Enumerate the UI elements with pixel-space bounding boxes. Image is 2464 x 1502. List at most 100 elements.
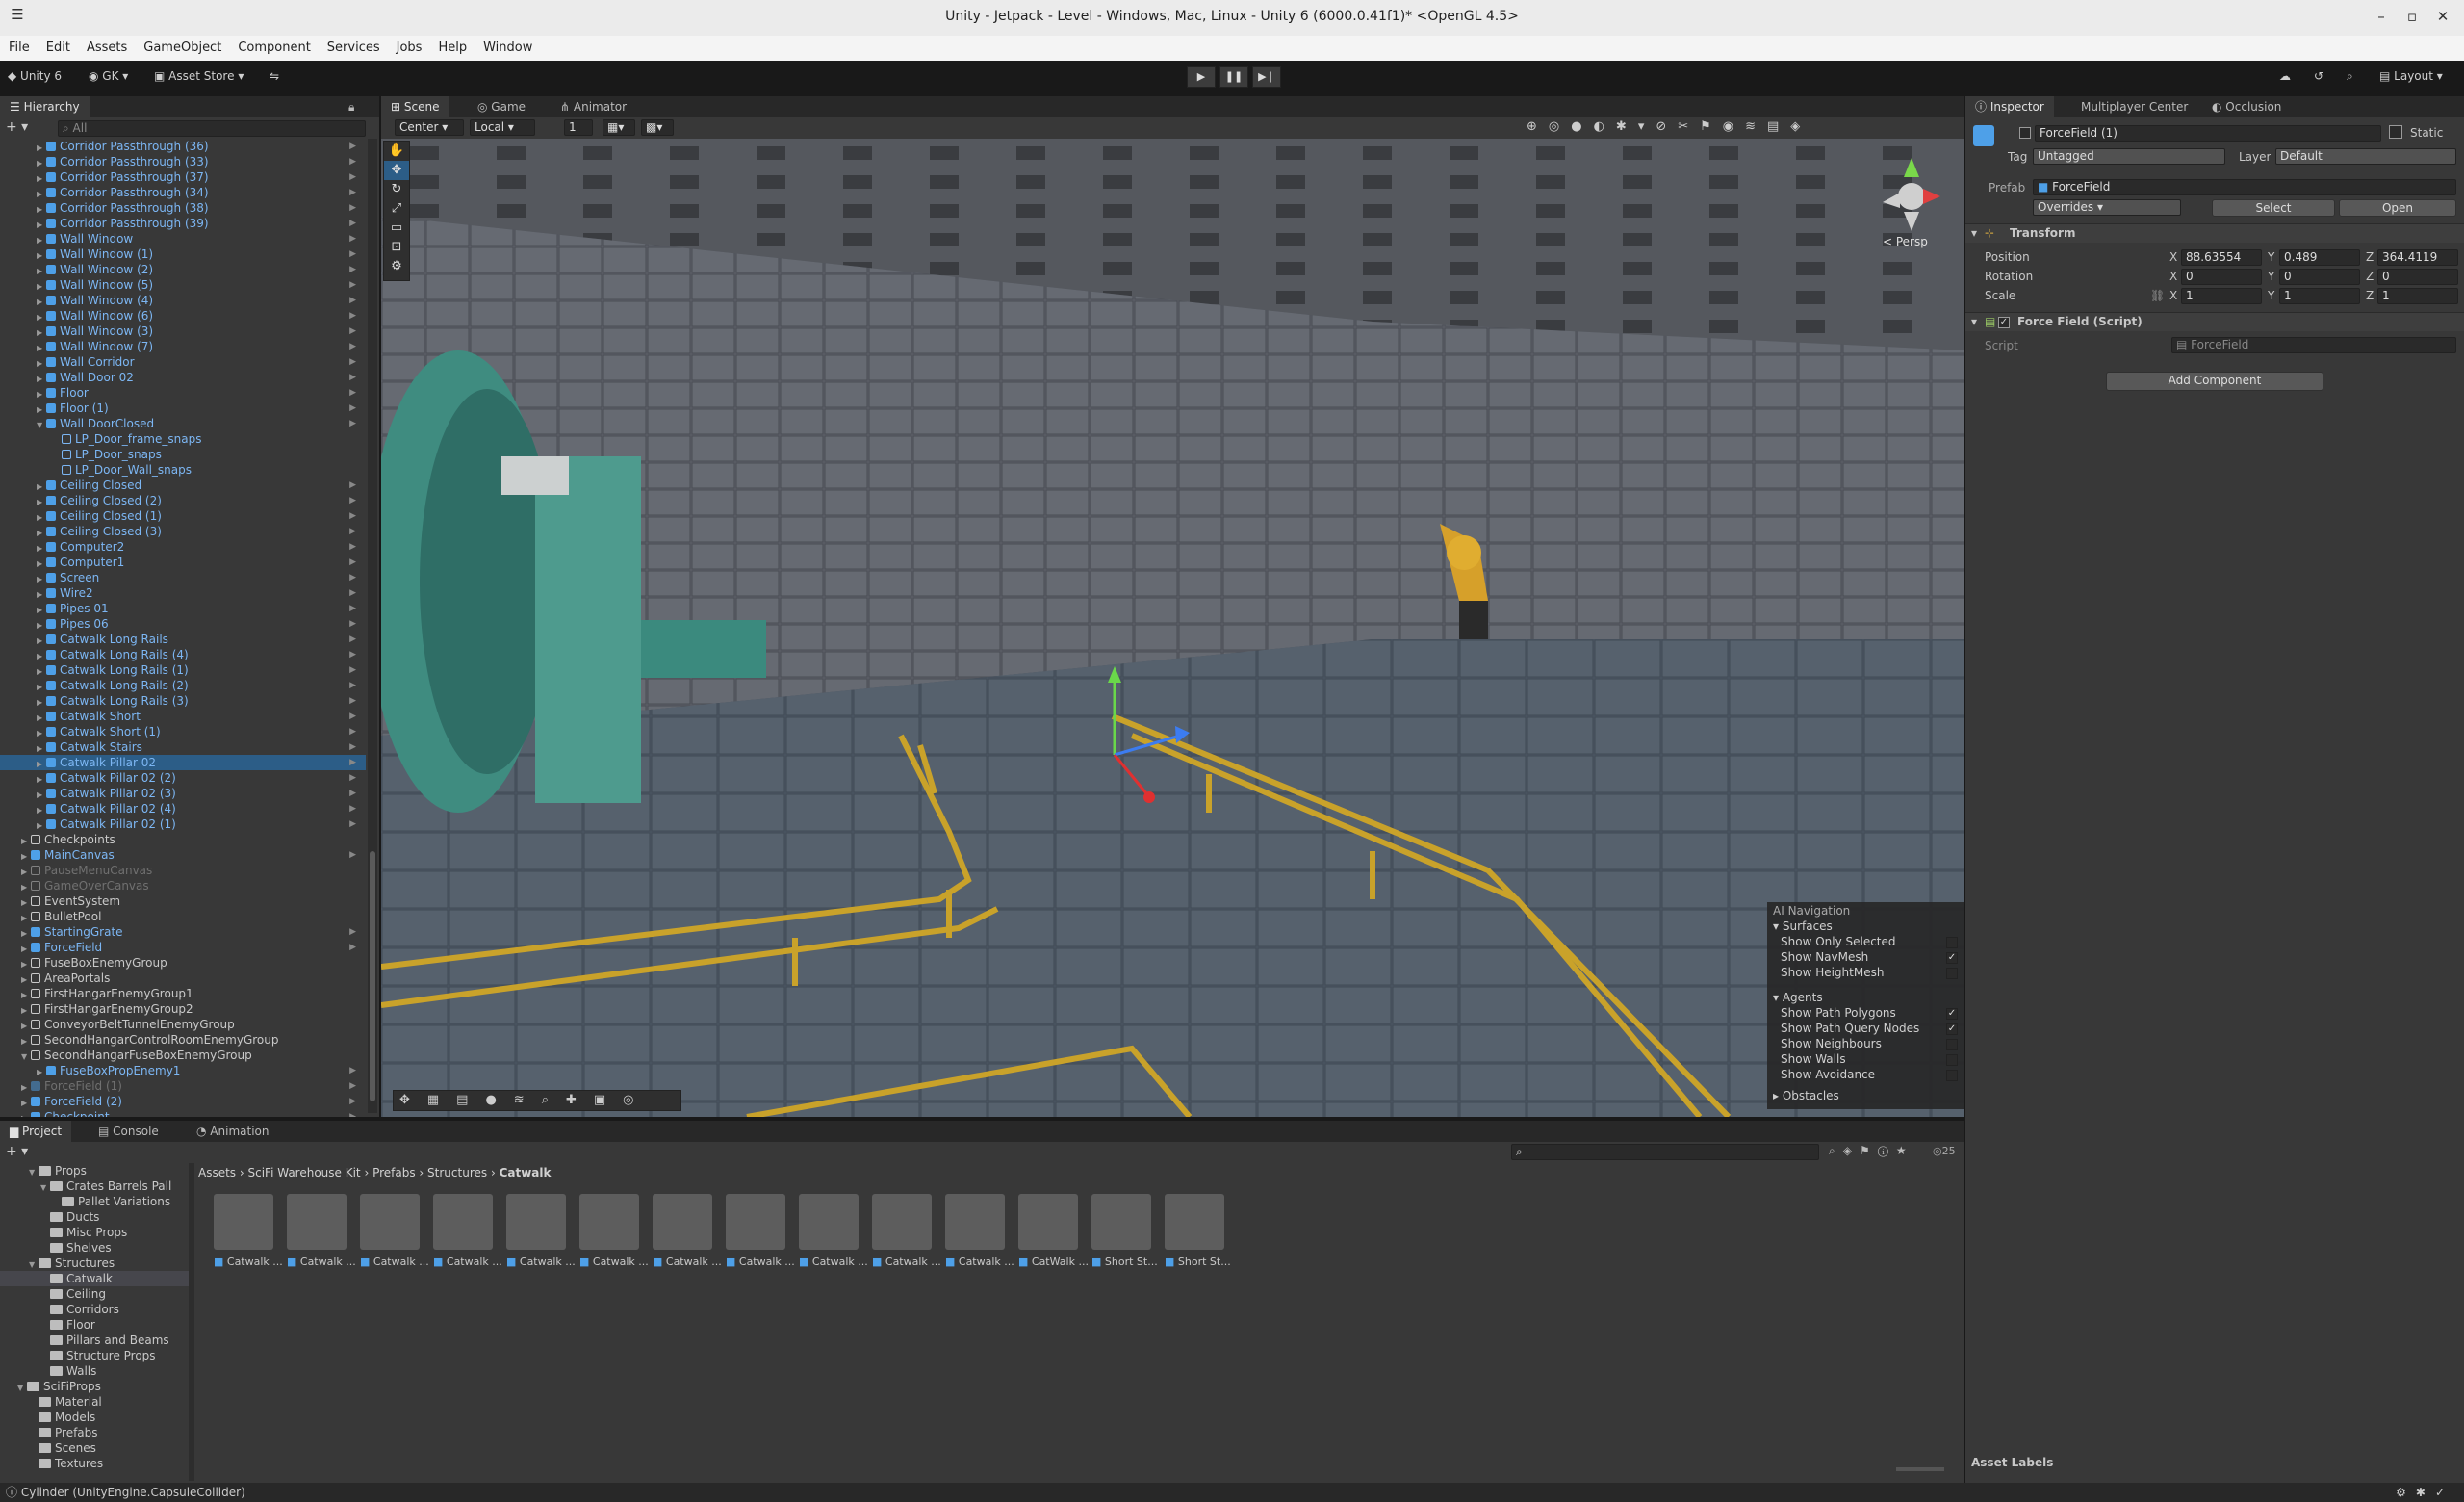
open-prefab-arrow-icon[interactable]: ▶ bbox=[349, 1109, 356, 1117]
open-prefab-arrow-icon[interactable]: ▶ bbox=[349, 786, 356, 801]
open-prefab-arrow-icon[interactable]: ▶ bbox=[349, 693, 356, 709]
hierarchy-item[interactable]: ▶ Wall Window (2) ▶ bbox=[0, 262, 366, 277]
ai-nav-option[interactable]: Show HeightMesh bbox=[1781, 966, 1964, 979]
hierarchy-item[interactable]: ▶ Floor ▶ bbox=[0, 385, 366, 401]
project-folder[interactable]: Walls bbox=[0, 1363, 189, 1379]
open-prefab-arrow-icon[interactable]: ▶ bbox=[349, 601, 356, 616]
asset-item[interactable]: ■ Catwalk ... bbox=[945, 1194, 1014, 1271]
z-axis-label[interactable]: Z bbox=[2366, 270, 2374, 283]
project-folder[interactable]: Catwalk bbox=[0, 1271, 189, 1286]
menu-gameobject[interactable]: GameObject bbox=[135, 36, 229, 55]
open-prefab-arrow-icon[interactable]: ▶ bbox=[349, 616, 356, 632]
create-add-button[interactable]: + ▾ bbox=[6, 119, 44, 137]
y-axis-label[interactable]: Y bbox=[2268, 250, 2274, 264]
hierarchy-item[interactable]: ▶ Ceiling Closed ▶ bbox=[0, 478, 366, 493]
ai-nav-checkbox[interactable] bbox=[1946, 1039, 1958, 1050]
snap-value[interactable]: 1 bbox=[564, 119, 593, 136]
foldout-arrow-icon[interactable]: ▶ bbox=[21, 1111, 31, 1117]
tab-multiplayer-center[interactable]: Multiplayer Center bbox=[2071, 96, 2197, 117]
open-prefab-arrow-icon[interactable]: ▶ bbox=[349, 354, 356, 370]
open-prefab-arrow-icon[interactable]: ▶ bbox=[349, 308, 356, 324]
menu-component[interactable]: Component bbox=[229, 36, 318, 55]
hierarchy-item[interactable]: ▶ Corridor Passthrough (33) ▶ bbox=[0, 154, 366, 169]
static-label[interactable]: Static bbox=[2410, 126, 2443, 140]
x-axis-label[interactable]: X bbox=[2169, 250, 2177, 264]
project-folder[interactable]: Ducts bbox=[0, 1209, 189, 1225]
z-axis-label[interactable]: Z bbox=[2366, 250, 2374, 264]
project-folder[interactable]: Pallet Variations bbox=[0, 1194, 189, 1209]
pause-button[interactable]: ❚❚ bbox=[1219, 66, 1248, 88]
project-folder[interactable]: Models bbox=[0, 1410, 189, 1425]
hierarchy-item[interactable]: ▼ SecondHangarFuseBoxEnemyGroup bbox=[0, 1048, 366, 1063]
ai-nav-checkbox[interactable] bbox=[1946, 1070, 1958, 1081]
asset-item[interactable]: ■ Catwalk ... bbox=[506, 1194, 576, 1271]
open-prefab-arrow-icon[interactable]: ▶ bbox=[349, 632, 356, 647]
open-button[interactable]: Open bbox=[2339, 199, 2456, 217]
asset-item[interactable]: ■ CatWalk ... bbox=[1018, 1194, 1089, 1271]
asset-item[interactable]: ■ Catwalk ... bbox=[799, 1194, 868, 1271]
minimize-icon[interactable]: – bbox=[2372, 8, 2391, 25]
scale-z-field[interactable]: 1 bbox=[2377, 288, 2458, 304]
account-dropdown[interactable]: ◉ GK ▾ bbox=[89, 66, 128, 87]
breadcrumb-item[interactable]: Prefabs bbox=[372, 1166, 416, 1179]
hierarchy-item[interactable]: ▶ FirstHangarEnemyGroup1 bbox=[0, 986, 366, 1001]
position-y-field[interactable]: 0.489 bbox=[2279, 249, 2360, 266]
hierarchy-item[interactable]: ▶ MainCanvas ▶ bbox=[0, 847, 366, 863]
hierarchy-item[interactable]: ▶ PauseMenuCanvas bbox=[0, 863, 366, 878]
tab-animation[interactable]: ◔ Animation bbox=[187, 1121, 278, 1142]
tab-project[interactable]: ▆ Project bbox=[0, 1121, 72, 1142]
project-folder[interactable]: Scenes bbox=[0, 1440, 189, 1456]
hierarchy-item[interactable]: ▶ GameOverCanvas bbox=[0, 878, 366, 893]
hierarchy-item[interactable]: ▶ Wall Window (6) ▶ bbox=[0, 308, 366, 324]
tab-game[interactable]: ◎ Game bbox=[468, 96, 535, 117]
open-prefab-arrow-icon[interactable]: ▶ bbox=[349, 678, 356, 693]
hierarchy-item[interactable]: ▶ Catwalk Long Rails (2) ▶ bbox=[0, 678, 366, 693]
asset-store-dropdown[interactable]: ▣ Asset Store ▾ bbox=[154, 66, 244, 87]
breadcrumb-item[interactable]: Assets bbox=[198, 1166, 236, 1179]
open-prefab-arrow-icon[interactable]: ▶ bbox=[349, 169, 356, 185]
scale-x-field[interactable]: 1 bbox=[2181, 288, 2262, 304]
hierarchy-item[interactable]: ▶ Catwalk Pillar 02 (4) ▶ bbox=[0, 801, 366, 816]
ai-nav-option[interactable]: Show Only Selected bbox=[1781, 935, 1964, 948]
scale-tool-icon[interactable]: ⤢ bbox=[384, 199, 409, 219]
menu-jobs[interactable]: Jobs bbox=[388, 36, 430, 55]
hierarchy-item[interactable]: ▶ Catwalk Long Rails (1) ▶ bbox=[0, 662, 366, 678]
hierarchy-item[interactable]: ▶ ConveyorBeltTunnelEnemyGroup bbox=[0, 1017, 366, 1032]
history-icon[interactable]: ↺ bbox=[2314, 66, 2323, 87]
hierarchy-item[interactable]: ▼ Wall DoorClosed ▶ bbox=[0, 416, 366, 431]
hierarchy-item[interactable]: ▶ FuseBoxEnemyGroup bbox=[0, 955, 366, 971]
hierarchy-item[interactable]: ▶ EventSystem bbox=[0, 893, 366, 909]
hierarchy-item[interactable]: ▶ Computer2 ▶ bbox=[0, 539, 366, 555]
asset-item[interactable]: ■ Catwalk ... bbox=[214, 1194, 283, 1271]
project-folder[interactable]: Misc Props bbox=[0, 1225, 189, 1240]
transform-tool-icon[interactable]: ⊡ bbox=[384, 238, 409, 257]
hidden-packages-count[interactable]: ◎25 bbox=[1933, 1145, 1956, 1157]
scene-viewport[interactable]: < Persp ✋ ✥ ↻ ⤢ ▭ ⊡ ⚙ ✥▦▤●≋⌕✚▣◎ bbox=[381, 139, 1964, 1117]
open-prefab-arrow-icon[interactable]: ▶ bbox=[349, 585, 356, 601]
ai-nav-checkbox[interactable] bbox=[1946, 937, 1958, 948]
open-prefab-arrow-icon[interactable]: ▶ bbox=[349, 216, 356, 231]
hierarchy-item[interactable]: ▶ Wall Window (4) ▶ bbox=[0, 293, 366, 308]
hierarchy-item[interactable]: ▶ Wall Window (1) ▶ bbox=[0, 246, 366, 262]
overlay-toolbar[interactable]: ✥▦▤●≋⌕✚▣◎ bbox=[393, 1090, 681, 1111]
hierarchy-scroll-thumb[interactable] bbox=[370, 851, 375, 1101]
project-folder[interactable]: Floor bbox=[0, 1317, 189, 1333]
open-prefab-arrow-icon[interactable]: ▶ bbox=[349, 755, 356, 770]
static-checkbox[interactable] bbox=[2389, 125, 2402, 139]
project-folder[interactable]: Corridors bbox=[0, 1302, 189, 1317]
hierarchy-item[interactable]: ▶ Floor (1) ▶ bbox=[0, 401, 366, 416]
menu-services[interactable]: Services bbox=[319, 36, 388, 55]
open-prefab-arrow-icon[interactable]: ▶ bbox=[349, 662, 356, 678]
project-tree-scrollbar[interactable] bbox=[189, 1163, 194, 1481]
tab-scene[interactable]: ⊞ Scene bbox=[381, 96, 449, 117]
hierarchy-item[interactable]: ▶ Wall Window (5) ▶ bbox=[0, 277, 366, 293]
hierarchy-item[interactable]: ▶ SecondHangarControlRoomEnemyGroup bbox=[0, 1032, 366, 1048]
ai-nav-checkbox[interactable] bbox=[1946, 1054, 1958, 1066]
open-prefab-arrow-icon[interactable]: ▶ bbox=[349, 570, 356, 585]
cloud-icon[interactable]: ☁ bbox=[2279, 66, 2291, 87]
ai-nav-option[interactable]: Show NavMesh ✓ bbox=[1781, 950, 1964, 964]
open-prefab-arrow-icon[interactable]: ▶ bbox=[349, 508, 356, 524]
hierarchy-item[interactable]: ▶ BulletPool bbox=[0, 909, 366, 924]
y-axis-label[interactable]: Y bbox=[2268, 289, 2274, 302]
project-add-button[interactable]: + ▾ bbox=[6, 1144, 28, 1159]
